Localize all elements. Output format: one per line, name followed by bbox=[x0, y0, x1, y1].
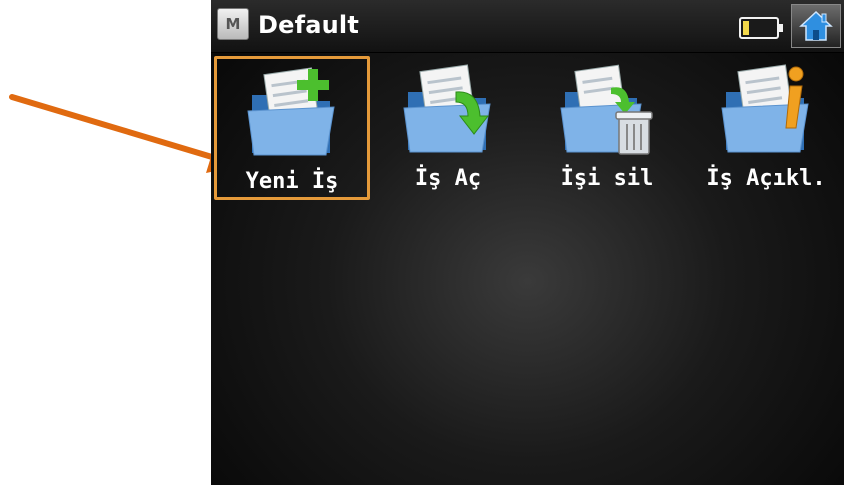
job-info-folder-icon bbox=[721, 64, 809, 153]
device-screen: M Default Yeni İş İş Aç İşi sil İş Açıkl… bbox=[211, 0, 844, 485]
delete-job-folder-icon bbox=[560, 64, 653, 155]
new-job-label: Yeni İş bbox=[245, 169, 339, 194]
open-job-folder-icon bbox=[403, 64, 491, 153]
delete-job-label: İşi sil bbox=[560, 166, 654, 191]
open-job-button[interactable]: İş Aç bbox=[373, 56, 529, 200]
menu-badge-label: M bbox=[225, 15, 241, 33]
window-title: Default bbox=[258, 11, 360, 39]
job-description-label: İş Açıkl. bbox=[706, 166, 826, 191]
home-button[interactable] bbox=[791, 4, 841, 48]
home-icon bbox=[799, 10, 833, 41]
title-bar: M Default bbox=[211, 0, 844, 53]
new-job-folder-icon bbox=[247, 67, 335, 156]
battery-icon bbox=[739, 17, 783, 39]
job-description-button[interactable]: İş Açıkl. bbox=[691, 56, 844, 200]
menu-button[interactable]: M bbox=[217, 8, 249, 40]
new-job-button[interactable]: Yeni İş bbox=[214, 56, 370, 200]
delete-job-button[interactable]: İşi sil bbox=[532, 56, 688, 200]
open-job-label: İş Aç bbox=[414, 166, 482, 191]
